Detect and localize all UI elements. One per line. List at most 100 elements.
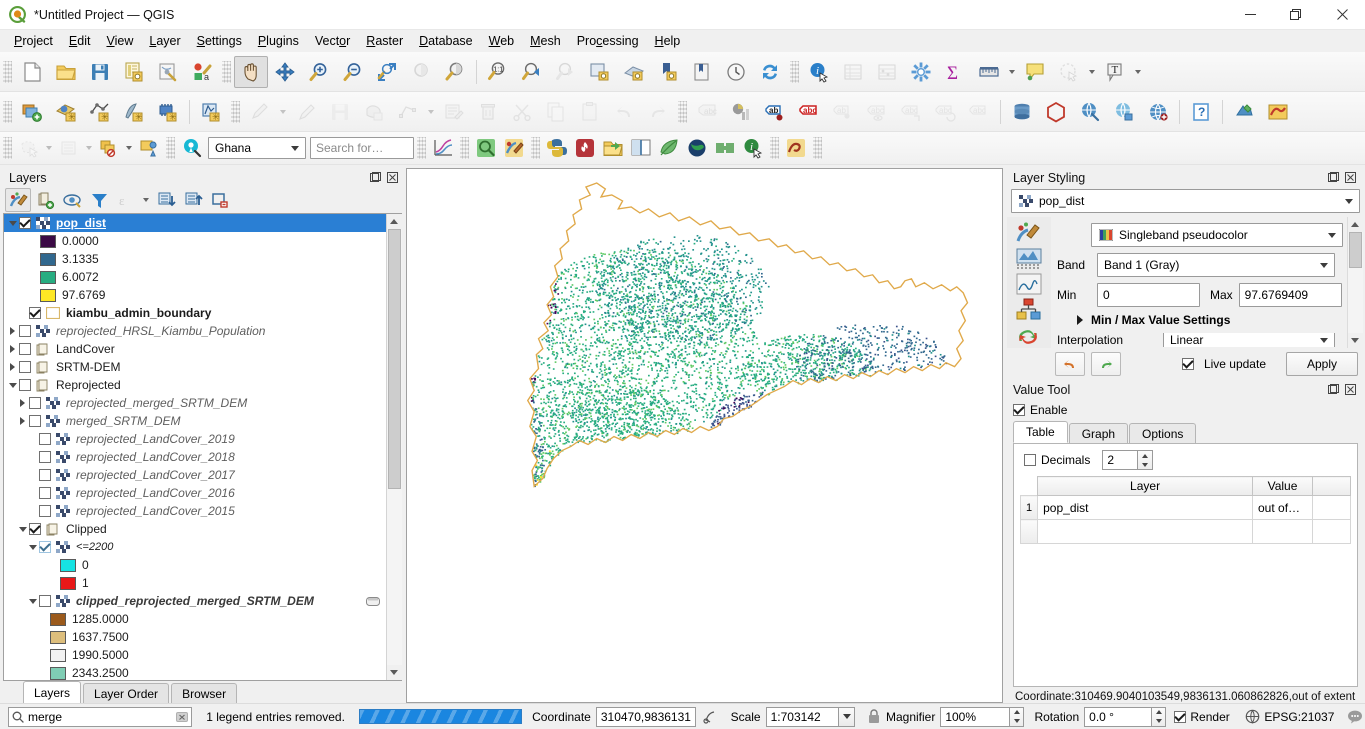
render-type-combo[interactable]: Singleband pseudocolor (1091, 223, 1343, 247)
legend-symbol-row[interactable]: 1285.0000 (4, 610, 386, 628)
toolbar-grip-plugins2[interactable] (417, 137, 426, 159)
open-project-icon[interactable] (49, 56, 83, 88)
layer-group-row[interactable]: Clipped (4, 520, 386, 538)
undo-arrow-icon[interactable] (1055, 352, 1085, 376)
select-features-icon[interactable] (1052, 56, 1086, 88)
max-input[interactable]: 97.6769409 (1238, 283, 1342, 307)
country-combo[interactable]: Ghana (208, 137, 306, 159)
current-edits-icon[interactable] (243, 96, 277, 128)
apply-button[interactable]: Apply (1286, 352, 1358, 376)
table-row[interactable]: 1 pop_dist out of… (1019, 495, 1351, 520)
tab-graph[interactable]: Graph (1068, 423, 1129, 443)
search-input[interactable]: Search for… (310, 137, 414, 159)
open-folder-icon[interactable] (599, 132, 627, 164)
add-mesh-layer-icon[interactable]: ✳ (151, 96, 185, 128)
layer-visibility-checkbox[interactable] (39, 469, 51, 481)
layer-row[interactable]: reprojected_LandCover_2016 (4, 484, 386, 502)
current-edits-caret-icon[interactable] (277, 96, 289, 128)
copy-features-icon[interactable] (539, 96, 573, 128)
menu-plugins[interactable]: Plugins (250, 32, 307, 50)
messages-icon[interactable] (1344, 707, 1365, 727)
undock-icon[interactable] (1327, 383, 1340, 396)
locator-search-icon[interactable] (178, 132, 206, 164)
add-layer-icon[interactable] (15, 96, 49, 128)
legend-symbol-row[interactable]: 97.6769 (4, 286, 386, 304)
chevron-right-icon[interactable] (6, 340, 19, 358)
layer-visibility-checkbox[interactable] (39, 433, 51, 445)
zoom-out-icon[interactable] (336, 56, 370, 88)
new-project-icon[interactable] (15, 56, 49, 88)
layer-row[interactable]: kiambu_admin_boundary (4, 304, 386, 322)
legend-symbol-row[interactable]: 1 (4, 574, 386, 592)
temporal-controller-icon[interactable] (719, 56, 753, 88)
plot-icon[interactable] (429, 132, 457, 164)
toolbar-grip-sel[interactable] (3, 137, 12, 159)
layer-row[interactable]: reprojected_LandCover_2019 (4, 430, 386, 448)
pan-to-selection-icon[interactable] (268, 56, 302, 88)
menu-raster[interactable]: Raster (358, 32, 411, 50)
rotation-field[interactable]: 0.0 ° (1084, 706, 1153, 727)
menu-layer[interactable]: Layer (141, 32, 188, 50)
chevron-down-icon[interactable] (6, 376, 19, 394)
new-3d-map-view-icon[interactable] (617, 56, 651, 88)
chevron-down-icon[interactable] (16, 520, 29, 538)
delete-selected-icon[interactable] (471, 96, 505, 128)
field-calculator-icon[interactable] (870, 56, 904, 88)
stepper-down-icon[interactable] (1152, 717, 1165, 726)
cell-value[interactable]: out of… (1252, 495, 1313, 520)
zoom-in-icon[interactable] (302, 56, 336, 88)
toolbar-grip[interactable] (3, 60, 12, 83)
open-attribute-table-icon[interactable] (836, 56, 870, 88)
chevron-down-icon[interactable] (26, 538, 39, 556)
scroll-thumb[interactable] (387, 229, 401, 489)
stepper-up-icon[interactable] (1010, 708, 1023, 717)
layer-visibility-checkbox[interactable] (19, 325, 31, 337)
text-annotation-icon[interactable]: T (1098, 56, 1132, 88)
paste-features-icon[interactable] (573, 96, 607, 128)
chevron-right-icon[interactable] (1073, 315, 1087, 325)
decimals-stepper[interactable] (1138, 450, 1154, 470)
split-view-icon[interactable] (627, 132, 655, 164)
add-virtual-layer-icon[interactable]: ✳ (194, 96, 228, 128)
legend-symbol-row[interactable]: 0 (4, 556, 386, 574)
stepper-down-icon[interactable] (1010, 717, 1023, 726)
menu-vector[interactable]: Vector (307, 32, 358, 50)
open-layer-styling-panel-icon[interactable] (5, 188, 31, 212)
toolbar-grip-ds[interactable] (3, 100, 12, 123)
layer-visibility-checkbox[interactable] (29, 307, 41, 319)
legend-symbol-row[interactable]: 2343.2500 (4, 664, 386, 680)
paint-icon[interactable] (500, 132, 528, 164)
layer-visibility-checkbox[interactable] (29, 523, 41, 535)
deselect-features-icon[interactable] (55, 132, 83, 164)
transparency-tab-icon[interactable] (1010, 248, 1048, 270)
undo-icon[interactable] (607, 96, 641, 128)
layer-diagram-icon[interactable] (724, 96, 758, 128)
toolbar-grip-plugins3[interactable] (460, 137, 469, 159)
chevron-right-icon[interactable] (16, 394, 29, 412)
extents-toggle-icon[interactable] (700, 707, 721, 727)
measure-line-icon[interactable] (972, 56, 1006, 88)
filter-legend-expression-icon[interactable]: ε (113, 188, 139, 212)
pan-map-icon[interactable] (234, 55, 268, 88)
collapse-all-icon[interactable] (180, 188, 206, 212)
select-features-by-area-icon[interactable] (15, 132, 43, 164)
layer-visibility-checkbox[interactable] (29, 397, 41, 409)
toolbar-grip-plugins5[interactable] (770, 137, 779, 159)
zoom-full-icon[interactable] (370, 56, 404, 88)
geopackage-icon[interactable] (1039, 96, 1073, 128)
leaf-icon[interactable] (655, 132, 683, 164)
close-icon[interactable] (1344, 171, 1357, 184)
toolbar-grip-plugins4[interactable] (531, 137, 540, 159)
tab-layers[interactable]: Layers (23, 681, 82, 703)
new-map-view-icon[interactable] (583, 56, 617, 88)
globe-icon[interactable] (1141, 96, 1175, 128)
qgis-server-icon[interactable] (1107, 96, 1141, 128)
rendering-tab-icon[interactable] (1010, 298, 1048, 322)
map-tips-icon[interactable] (1018, 56, 1052, 88)
mesh-green-icon[interactable] (711, 132, 739, 164)
scale-dropdown-icon[interactable] (839, 706, 856, 727)
menu-database[interactable]: Database (411, 32, 481, 50)
zoom-last-icon[interactable] (515, 56, 549, 88)
vertex-tool-icon[interactable] (391, 96, 425, 128)
magnifier-field[interactable]: 100% (940, 706, 1011, 727)
